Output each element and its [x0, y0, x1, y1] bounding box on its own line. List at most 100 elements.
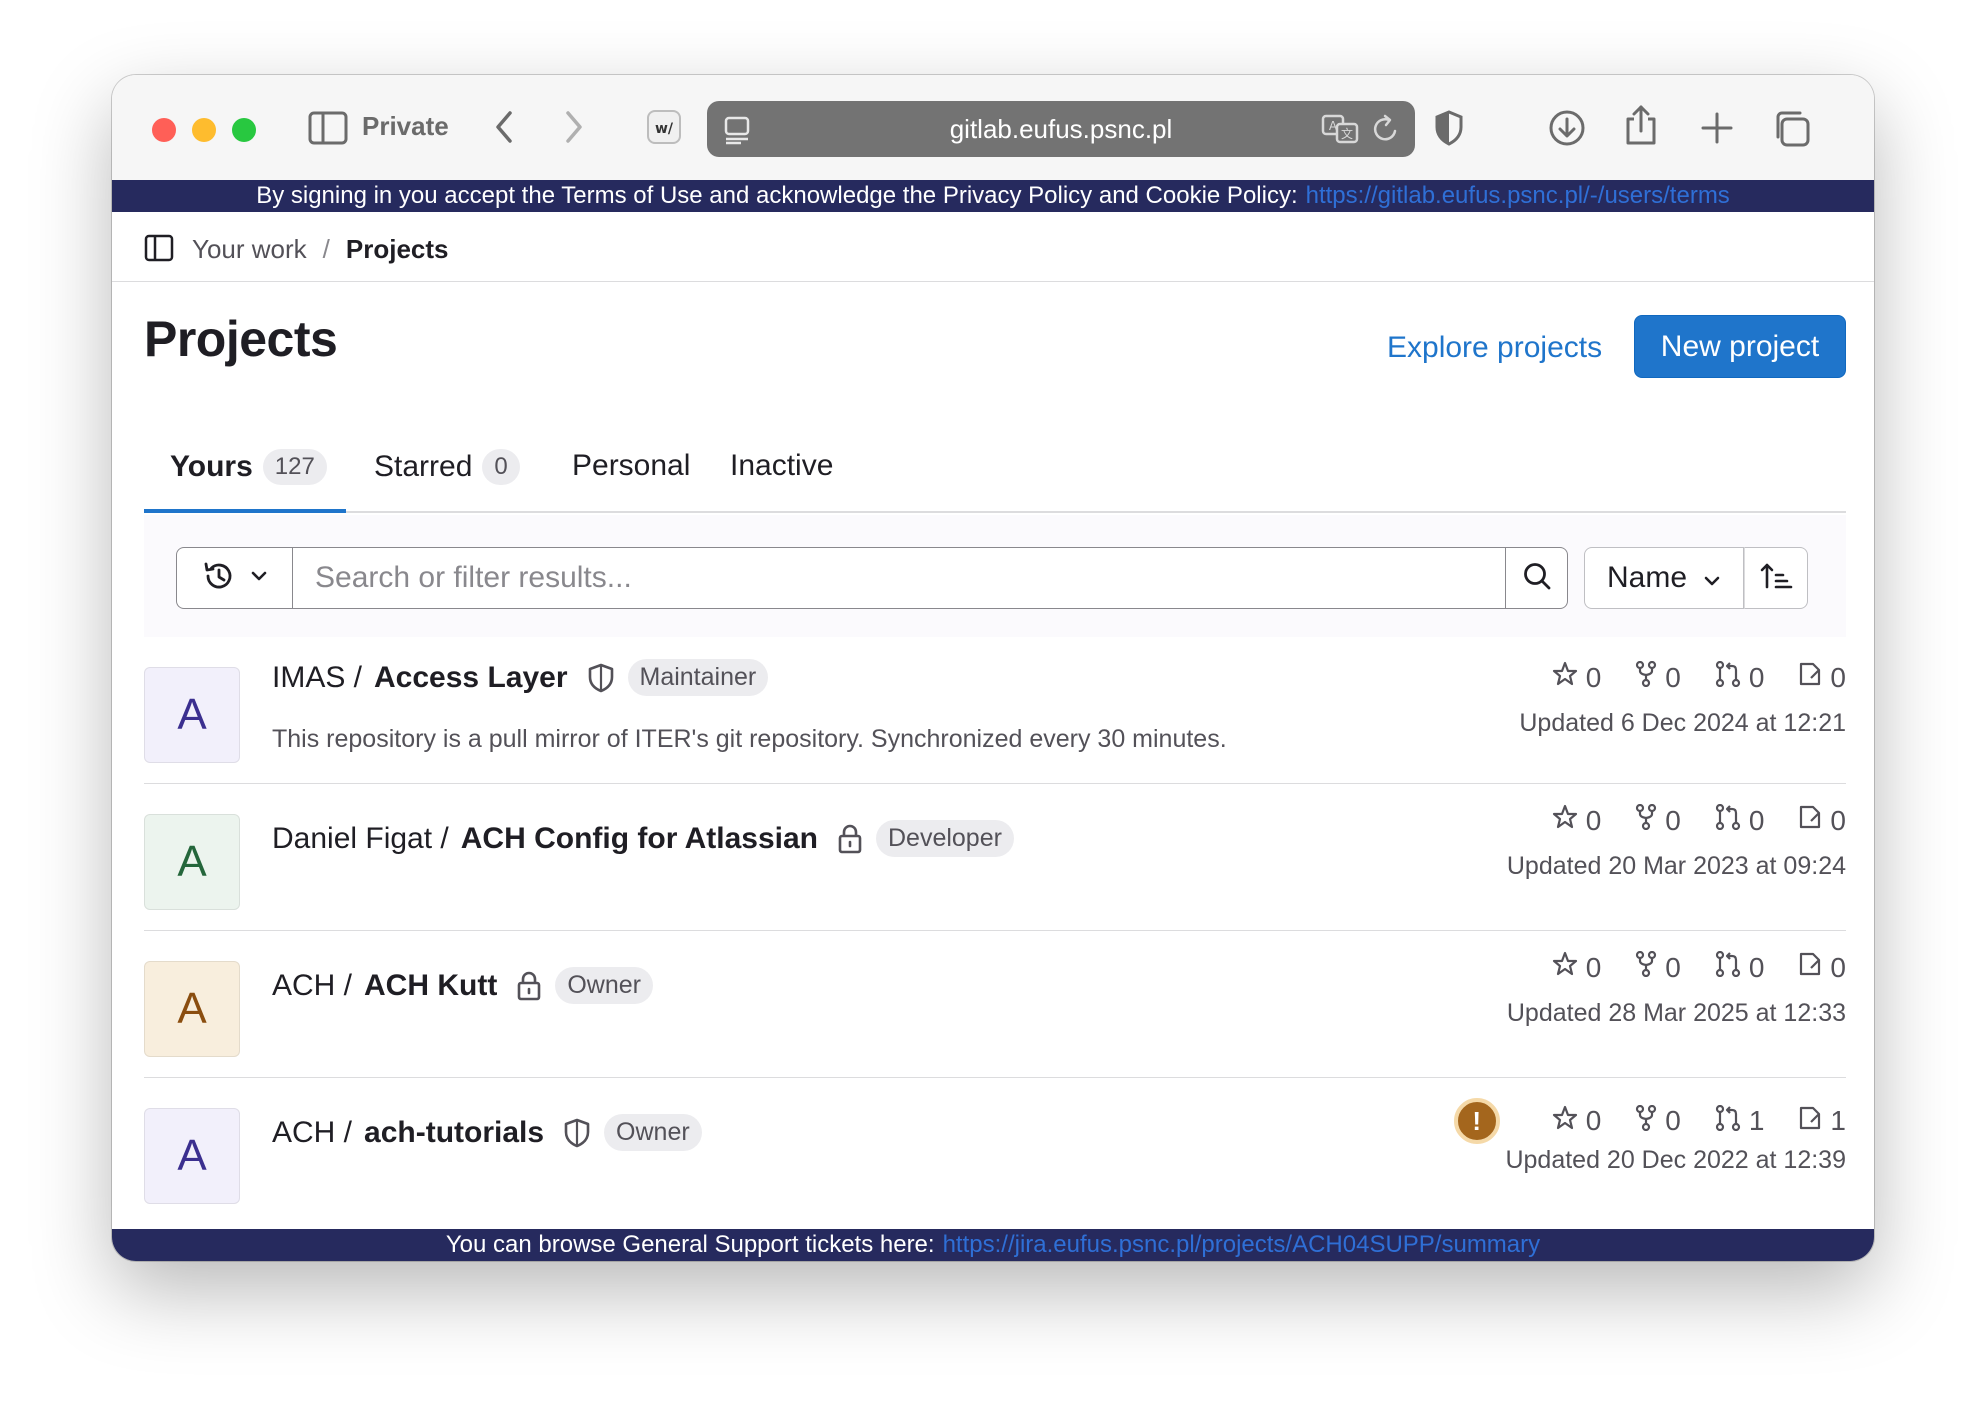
merge-requests-count[interactable]: 1: [1715, 1104, 1764, 1138]
chevron-down-icon: [250, 569, 268, 587]
new-project-button[interactable]: New project: [1634, 315, 1846, 378]
tab-yours[interactable]: Yours 127: [170, 449, 327, 485]
tab-yours-label: Yours: [170, 450, 253, 483]
recent-searches-button[interactable]: [176, 547, 292, 609]
downloads-icon[interactable]: [1548, 109, 1586, 147]
project-row[interactable]: A IMAS / Access Layer Maintainer This re…: [144, 637, 1846, 784]
merge-request-icon: [1715, 950, 1741, 984]
merge-requests-value: 0: [1748, 951, 1765, 983]
project-row[interactable]: A Daniel Figat / ACH Config for Atlassia…: [144, 784, 1846, 931]
project-name[interactable]: Access Layer: [374, 661, 567, 695]
project-namespace[interactable]: ACH /: [272, 1116, 352, 1150]
issues-count[interactable]: 0: [1798, 661, 1846, 694]
extension-icon[interactable]: w/: [646, 109, 682, 145]
terms-link[interactable]: https://gitlab.eufus.psnc.pl/-/users/ter…: [1306, 182, 1730, 210]
browser-toolbar: Private w/ gitlab.eufus.psnc.pl A文: [112, 75, 1874, 180]
merge-requests-count[interactable]: 0: [1715, 660, 1764, 694]
issues-icon: [1798, 1105, 1822, 1138]
shield-icon: [562, 1117, 592, 1149]
project-namespace[interactable]: ACH /: [272, 969, 352, 1003]
close-window-button[interactable]: [152, 118, 176, 142]
shield-icon: [586, 662, 616, 694]
role-badge: Developer: [875, 820, 1014, 857]
issues-count[interactable]: 1: [1798, 1105, 1846, 1138]
merge-requests-count[interactable]: 0: [1715, 803, 1764, 837]
project-namespace[interactable]: IMAS /: [272, 661, 362, 695]
privacy-shield-icon[interactable]: [1434, 109, 1464, 147]
project-updated: Updated 28 Mar 2025 at 12:33: [1506, 999, 1846, 1027]
project-row[interactable]: A ACH / ACH Kutt Owner 0 0 0 0 Updated 2…: [144, 931, 1846, 1078]
project-avatar[interactable]: A: [144, 961, 240, 1057]
sidebar-toggle-icon[interactable]: [144, 234, 174, 267]
forks-value: 0: [1665, 661, 1681, 693]
star-icon: [1552, 804, 1578, 837]
warning-icon[interactable]: !: [1453, 1098, 1500, 1144]
zoom-window-button[interactable]: [232, 118, 256, 142]
tab-starred-count: 0: [482, 449, 520, 485]
project-row[interactable]: A ACH / ach-tutorials Owner ! 0 0 1 1 Up…: [144, 1078, 1846, 1225]
project-list: A IMAS / Access Layer Maintainer This re…: [144, 637, 1846, 1225]
stars-count[interactable]: 0: [1552, 661, 1601, 694]
forward-icon[interactable]: [560, 107, 588, 147]
stars-value: 0: [1585, 1105, 1602, 1136]
stars-count[interactable]: 0: [1552, 951, 1602, 984]
back-icon[interactable]: [490, 107, 518, 147]
support-banner-text: You can browse General Support tickets h…: [445, 1231, 935, 1258]
explore-projects-link[interactable]: Explore projects: [1387, 331, 1602, 365]
issues-count[interactable]: 0: [1798, 951, 1846, 984]
new-tab-icon[interactable]: [1700, 111, 1734, 145]
breadcrumb-projects[interactable]: Projects: [346, 234, 449, 265]
reload-icon[interactable]: [1371, 113, 1401, 152]
merge-request-icon: [1715, 660, 1741, 694]
tab-inactive[interactable]: Inactive: [730, 449, 833, 483]
issues-icon: [1798, 951, 1822, 984]
project-avatar[interactable]: A: [144, 814, 240, 910]
avatar-letter: A: [177, 1131, 207, 1180]
stars-value: 0: [1585, 951, 1602, 983]
project-namespace[interactable]: Daniel Figat /: [272, 822, 449, 856]
fork-icon: [1635, 803, 1657, 837]
minimize-window-button[interactable]: [192, 118, 216, 142]
forks-count[interactable]: 0: [1635, 950, 1681, 984]
page-menu-icon[interactable]: [723, 115, 751, 152]
sort-direction-button[interactable]: [1744, 547, 1808, 609]
share-icon[interactable]: [1624, 103, 1658, 147]
stars-count[interactable]: 0: [1552, 1105, 1602, 1138]
lock-icon: [836, 823, 864, 855]
support-link[interactable]: https://jira.eufus.psnc.pl/projects/ACH0…: [943, 1231, 1541, 1259]
project-name[interactable]: ach-tutorials: [364, 1116, 544, 1150]
breadcrumb: Your work / Projects: [192, 234, 449, 265]
search-input[interactable]: [292, 547, 1506, 609]
forks-count[interactable]: 0: [1635, 660, 1681, 694]
private-browsing-label: Private: [362, 111, 449, 141]
project-name-line: ACH / ACH Kutt Owner: [272, 967, 653, 1004]
search-button[interactable]: [1506, 547, 1568, 609]
project-name[interactable]: ACH Config for Atlassian: [461, 822, 818, 856]
translate-icon[interactable]: A文: [1321, 113, 1361, 152]
issues-count[interactable]: 0: [1798, 804, 1846, 837]
support-banner: You can browse General Support tickets h…: [112, 1229, 1874, 1261]
merge-requests-count[interactable]: 0: [1715, 950, 1765, 984]
address-bar[interactable]: gitlab.eufus.psnc.pl A文: [707, 101, 1415, 157]
filter-bar: Name: [144, 515, 1846, 637]
forks-count[interactable]: 0: [1635, 803, 1681, 837]
tab-overview-icon[interactable]: [1772, 109, 1812, 149]
forks-count[interactable]: 0: [1635, 1104, 1681, 1138]
sort-dropdown[interactable]: Name: [1584, 547, 1744, 609]
star-icon: [1552, 951, 1578, 984]
sidebar-toggle-icon[interactable]: [308, 111, 348, 145]
project-name-line: IMAS / Access Layer Maintainer: [272, 659, 769, 696]
stars-count[interactable]: 0: [1552, 804, 1601, 837]
project-updated: Updated 6 Dec 2024 at 12:21: [1519, 709, 1846, 737]
project-avatar[interactable]: A: [144, 667, 240, 763]
project-avatar[interactable]: A: [144, 1108, 240, 1204]
tab-personal[interactable]: Personal: [572, 449, 690, 483]
project-updated: Updated 20 Mar 2023 at 09:24: [1506, 852, 1846, 880]
fork-icon: [1635, 1104, 1657, 1138]
breadcrumb-your-work[interactable]: Your work: [192, 234, 307, 265]
project-name[interactable]: ACH Kutt: [364, 969, 497, 1003]
issues-value: 0: [1830, 951, 1846, 983]
merge-request-icon: [1715, 803, 1741, 837]
search-icon: [1522, 561, 1552, 596]
tab-starred[interactable]: Starred 0: [374, 449, 520, 485]
